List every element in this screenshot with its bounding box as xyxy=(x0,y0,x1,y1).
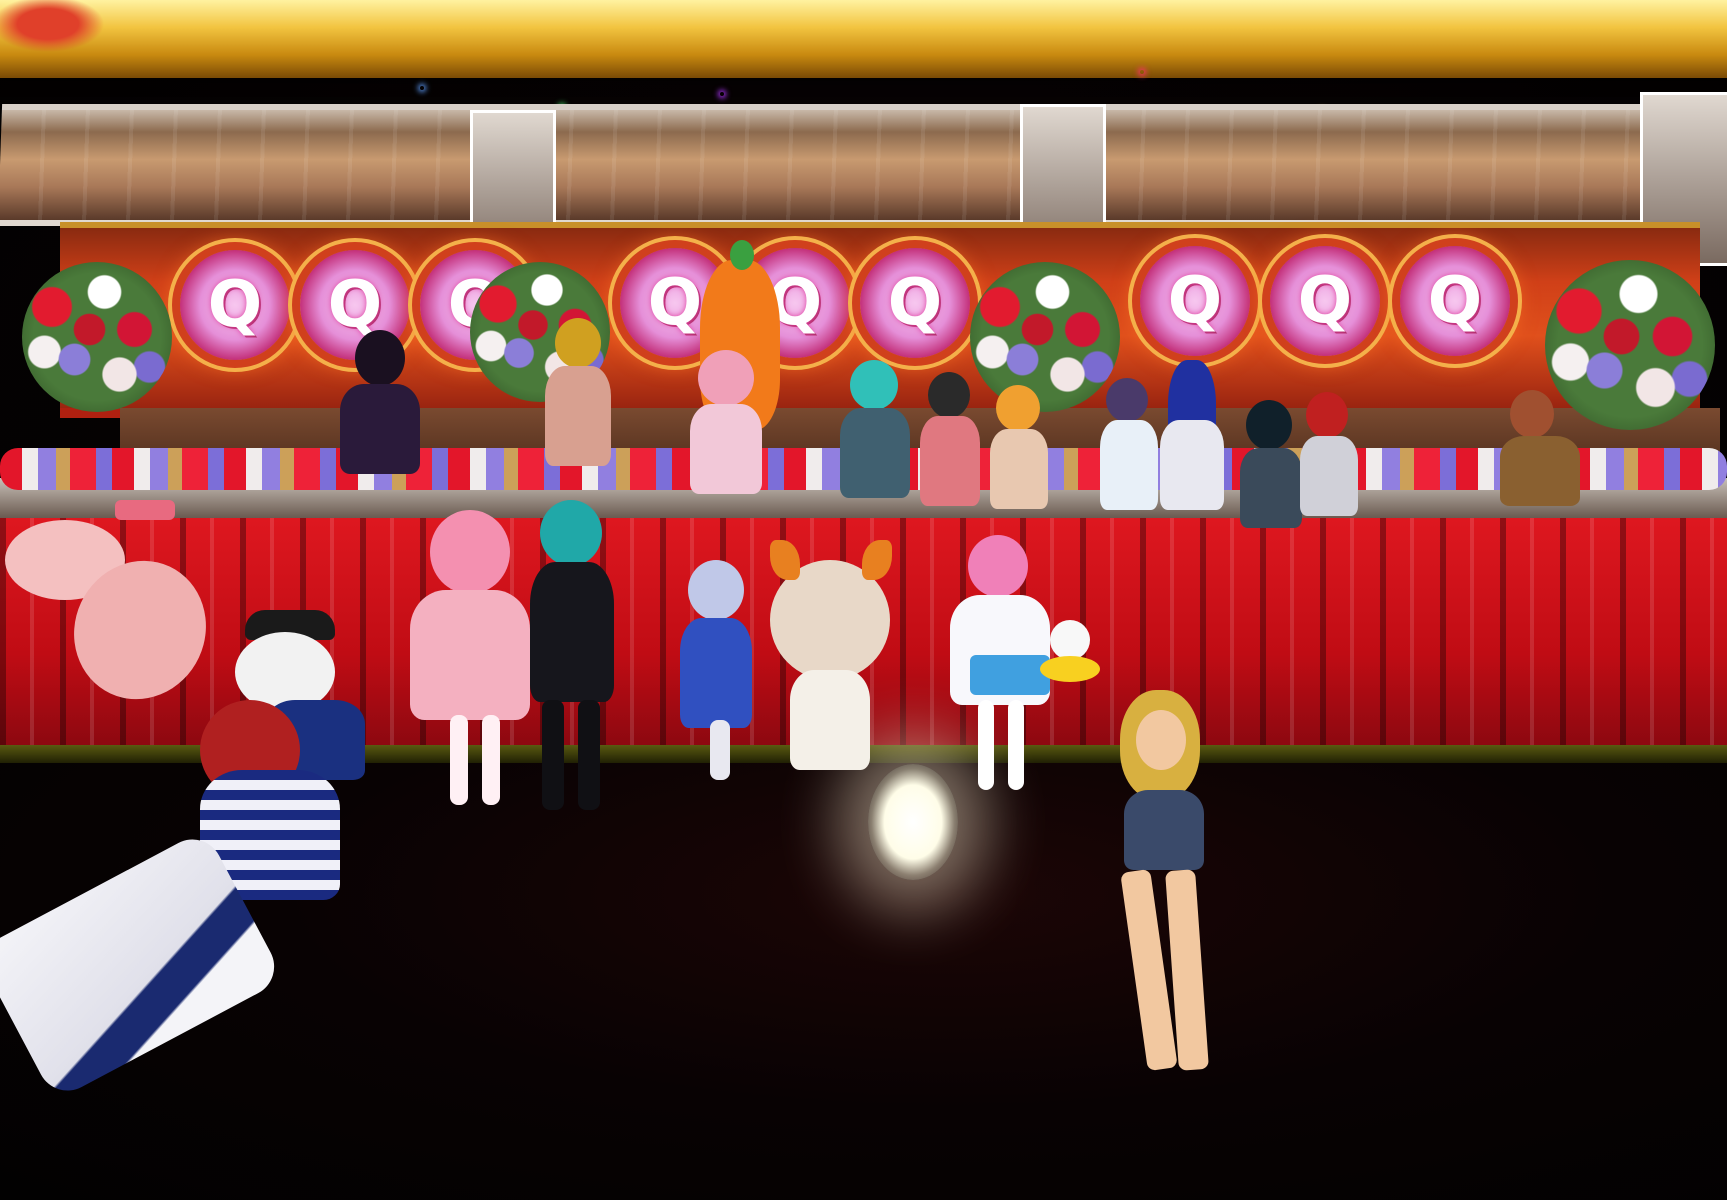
flower-bouquet xyxy=(22,262,172,412)
q-medallion: Q xyxy=(180,250,290,360)
spotlight xyxy=(868,764,958,880)
sparkle xyxy=(720,92,724,96)
q-medallion: Q xyxy=(1270,246,1380,356)
q-medallion: Q xyxy=(860,248,970,358)
vr-stage-scene: Q Q Q Q Q Q Q Q Q xyxy=(0,0,1727,1200)
flower-bouquet xyxy=(1545,260,1715,430)
ornate-frieze xyxy=(0,104,1727,226)
gold-ceiling-beam xyxy=(0,0,1727,78)
q-medallion: Q xyxy=(1400,246,1510,356)
sparkle xyxy=(420,86,424,90)
q-medallion: Q xyxy=(1140,246,1250,356)
flower-bouquet xyxy=(970,262,1120,412)
ceiling-ornament-left xyxy=(0,0,120,60)
sparkle xyxy=(1140,70,1144,74)
